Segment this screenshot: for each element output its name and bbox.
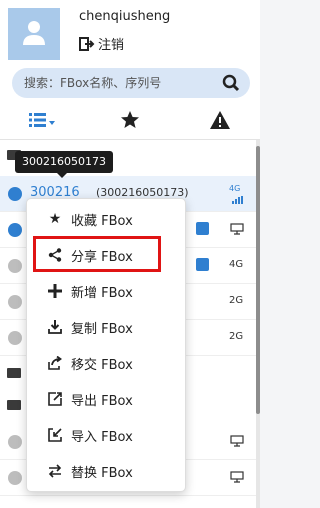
menu-item-label: 导出 FBox: [71, 393, 133, 409]
logout-icon: [79, 36, 95, 51]
menu-item-label: 替换 FBox: [71, 465, 133, 481]
menu-item-favorite[interactable]: ★ 收藏 FBox: [27, 201, 187, 237]
username: chenqiusheng: [79, 9, 171, 24]
network-label: 4G: [229, 259, 244, 270]
offline-icon: [8, 295, 22, 309]
toolbar: [0, 104, 260, 140]
menu-item-label: 移交 FBox: [71, 357, 133, 373]
signal-bars-icon: [232, 196, 243, 204]
network-label: 2G: [229, 331, 244, 342]
menu-item-copy[interactable]: 复制 FBox: [27, 309, 187, 345]
plus-icon: [47, 283, 63, 299]
avatar[interactable]: [8, 8, 60, 60]
ethernet-icon: [230, 223, 244, 235]
menu-item-label: 收藏 FBox: [71, 213, 133, 229]
folder-icon[interactable]: [7, 400, 21, 410]
replace-icon: [47, 463, 63, 479]
share-highlight-box: [33, 236, 161, 272]
menu-item-label: 导入 FBox: [71, 429, 133, 445]
shared-icon: [196, 222, 209, 235]
menu-item-transfer[interactable]: 移交 FBox: [27, 345, 187, 381]
offline-icon: [8, 259, 22, 273]
list-icon[interactable]: [28, 110, 58, 130]
copy-icon: [47, 319, 63, 335]
menu-item-label: 复制 FBox: [71, 321, 133, 337]
star-icon[interactable]: [120, 110, 140, 130]
search-box: [12, 68, 250, 98]
export-icon: [47, 391, 63, 407]
signal-4g-label: 4G: [229, 184, 241, 193]
transfer-icon: [47, 355, 63, 371]
serial-tooltip: 300216050173: [15, 151, 113, 178]
ethernet-icon: [230, 471, 244, 483]
list-scrollbar[interactable]: [256, 140, 260, 508]
offline-icon: [8, 331, 22, 345]
menu-item-add[interactable]: 新增 FBox: [27, 273, 187, 309]
offline-icon: [8, 435, 22, 449]
user-header: chenqiusheng 注销: [0, 0, 260, 104]
star-icon: ★: [48, 211, 62, 227]
online-icon: [8, 187, 22, 201]
offline-icon: [8, 471, 22, 485]
menu-item-label: 新增 FBox: [71, 285, 133, 301]
menu-item-export[interactable]: 导出 FBox: [27, 381, 187, 417]
scrollbar-thumb[interactable]: [256, 146, 260, 414]
search-input[interactable]: [24, 68, 214, 98]
menu-item-import[interactable]: 导入 FBox: [27, 417, 187, 453]
user-icon: [23, 21, 45, 45]
alert-icon[interactable]: [209, 110, 231, 130]
shared-icon: [196, 258, 209, 271]
menu-item-replace[interactable]: 替换 FBox: [27, 453, 187, 489]
folder-icon[interactable]: [7, 368, 21, 378]
online-icon: [8, 223, 22, 237]
network-label: 2G: [229, 295, 244, 306]
ethernet-icon: [230, 435, 244, 447]
logout-label: 注销: [98, 38, 125, 53]
search-icon[interactable]: [222, 74, 240, 92]
import-icon: [47, 427, 63, 443]
logout-button[interactable]: 注销: [79, 34, 124, 53]
